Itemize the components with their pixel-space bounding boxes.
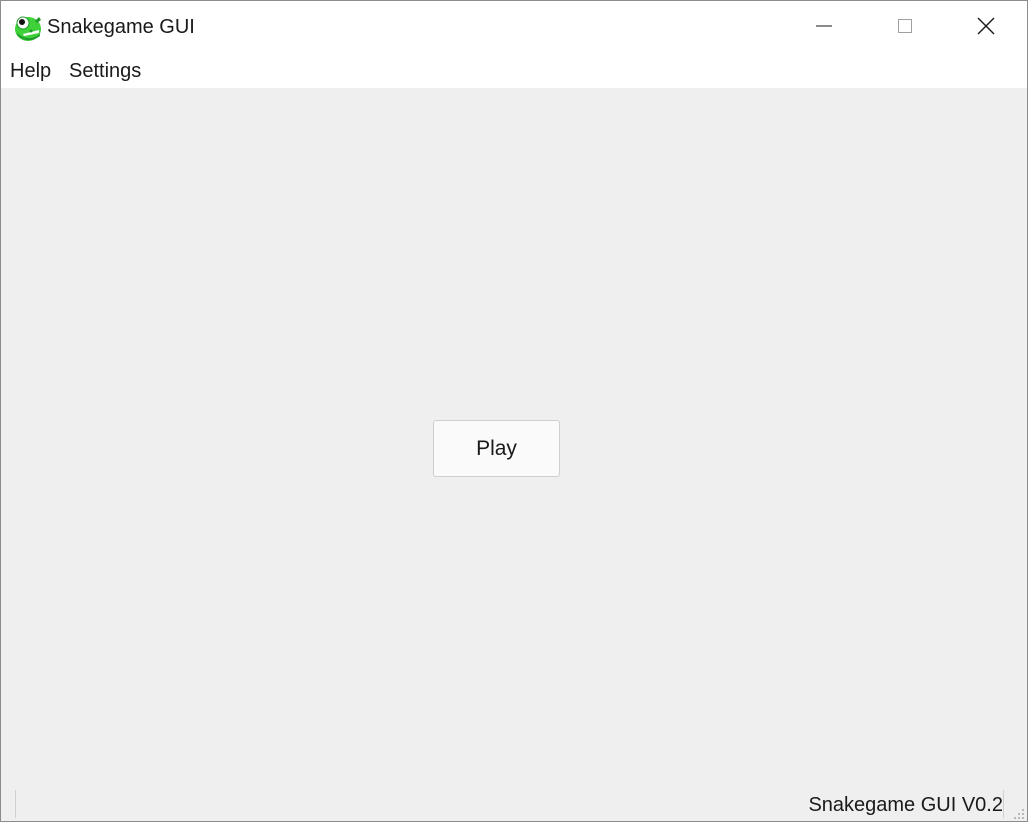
menu-settings[interactable]: Settings <box>69 60 141 83</box>
maximize-button[interactable] <box>865 1 945 55</box>
minimize-icon <box>816 18 832 39</box>
snake-head-icon <box>13 13 43 43</box>
menu-bar: Help Settings <box>1 55 1027 88</box>
close-button[interactable] <box>946 1 1026 55</box>
maximize-icon <box>897 18 913 39</box>
play-button[interactable]: Play <box>433 420 560 477</box>
minimize-button[interactable] <box>784 1 864 55</box>
app-window: Snakegame GUI Help Settings Play Snakega… <box>0 0 1028 822</box>
close-icon <box>977 17 995 40</box>
status-bar: Snakegame GUI V0.2 <box>1 788 1027 821</box>
window-title: Snakegame GUI <box>47 16 195 38</box>
title-bar[interactable]: Snakegame GUI <box>1 1 1027 55</box>
main-area: Play <box>1 88 1027 788</box>
status-separator <box>1003 790 1004 818</box>
status-separator <box>15 790 16 818</box>
resize-grip-icon[interactable] <box>1013 807 1025 819</box>
version-label: Snakegame GUI V0.2 <box>808 794 1003 816</box>
menu-help[interactable]: Help <box>10 60 51 83</box>
